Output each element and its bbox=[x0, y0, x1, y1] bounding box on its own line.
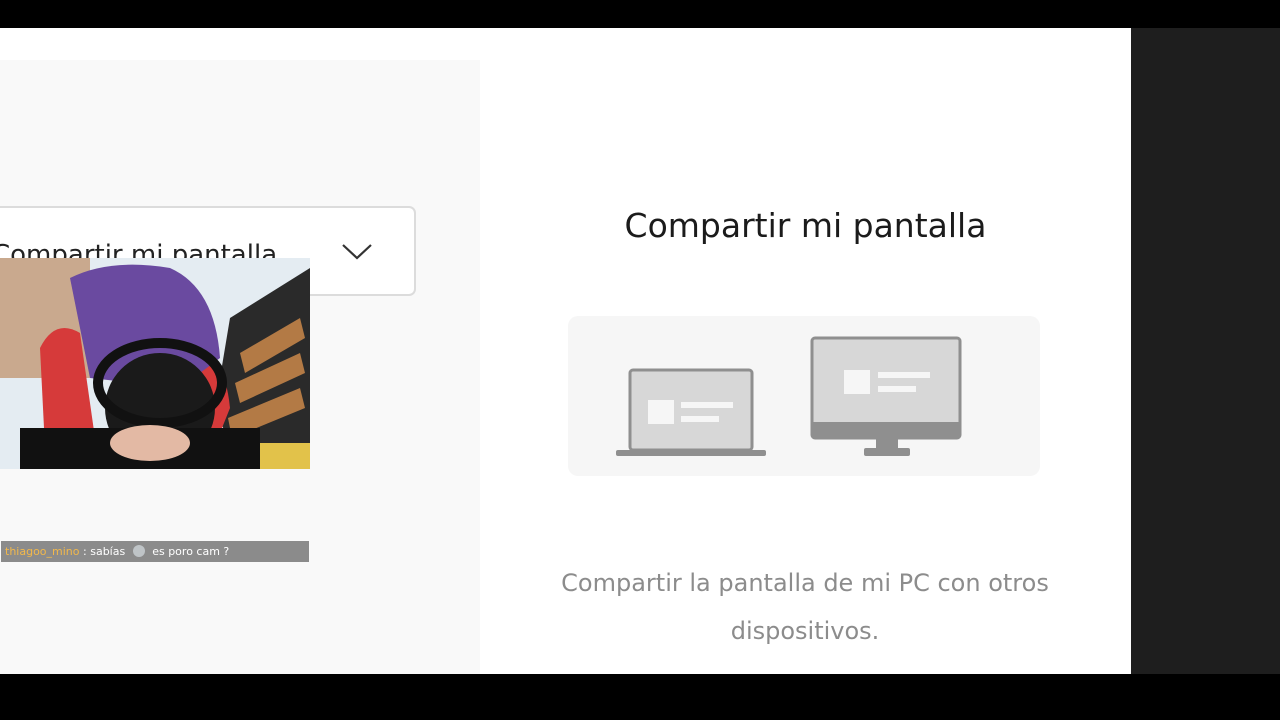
panel-title: Compartir mi pantalla bbox=[624, 206, 987, 245]
letterbox-bottom bbox=[0, 674, 1280, 720]
chat-message-part1: sabías bbox=[90, 545, 126, 558]
chat-separator: : bbox=[83, 545, 87, 558]
window-top-strip bbox=[0, 28, 1131, 60]
webcam-feed-image bbox=[0, 258, 310, 469]
video-frame: Compartir mi pantalla Compartir mi panta… bbox=[0, 0, 1280, 720]
chat-username: thiagoo_mino bbox=[5, 545, 80, 558]
laptop-icon bbox=[616, 368, 766, 456]
devices-illustration bbox=[616, 336, 962, 456]
stream-chat-message: thiagoo_mino : sabías es poro cam ? bbox=[1, 541, 309, 562]
dark-side-panel bbox=[1131, 28, 1280, 674]
skull-emoji-icon bbox=[132, 545, 145, 557]
chat-message-part2: es poro cam ? bbox=[152, 545, 230, 558]
monitor-icon bbox=[810, 336, 962, 456]
chevron-down-icon bbox=[342, 244, 372, 260]
webcam-overlay bbox=[0, 258, 310, 469]
panel-description: Compartir la pantalla de mi PC con otros… bbox=[561, 569, 1049, 645]
share-illustration bbox=[568, 316, 1040, 476]
